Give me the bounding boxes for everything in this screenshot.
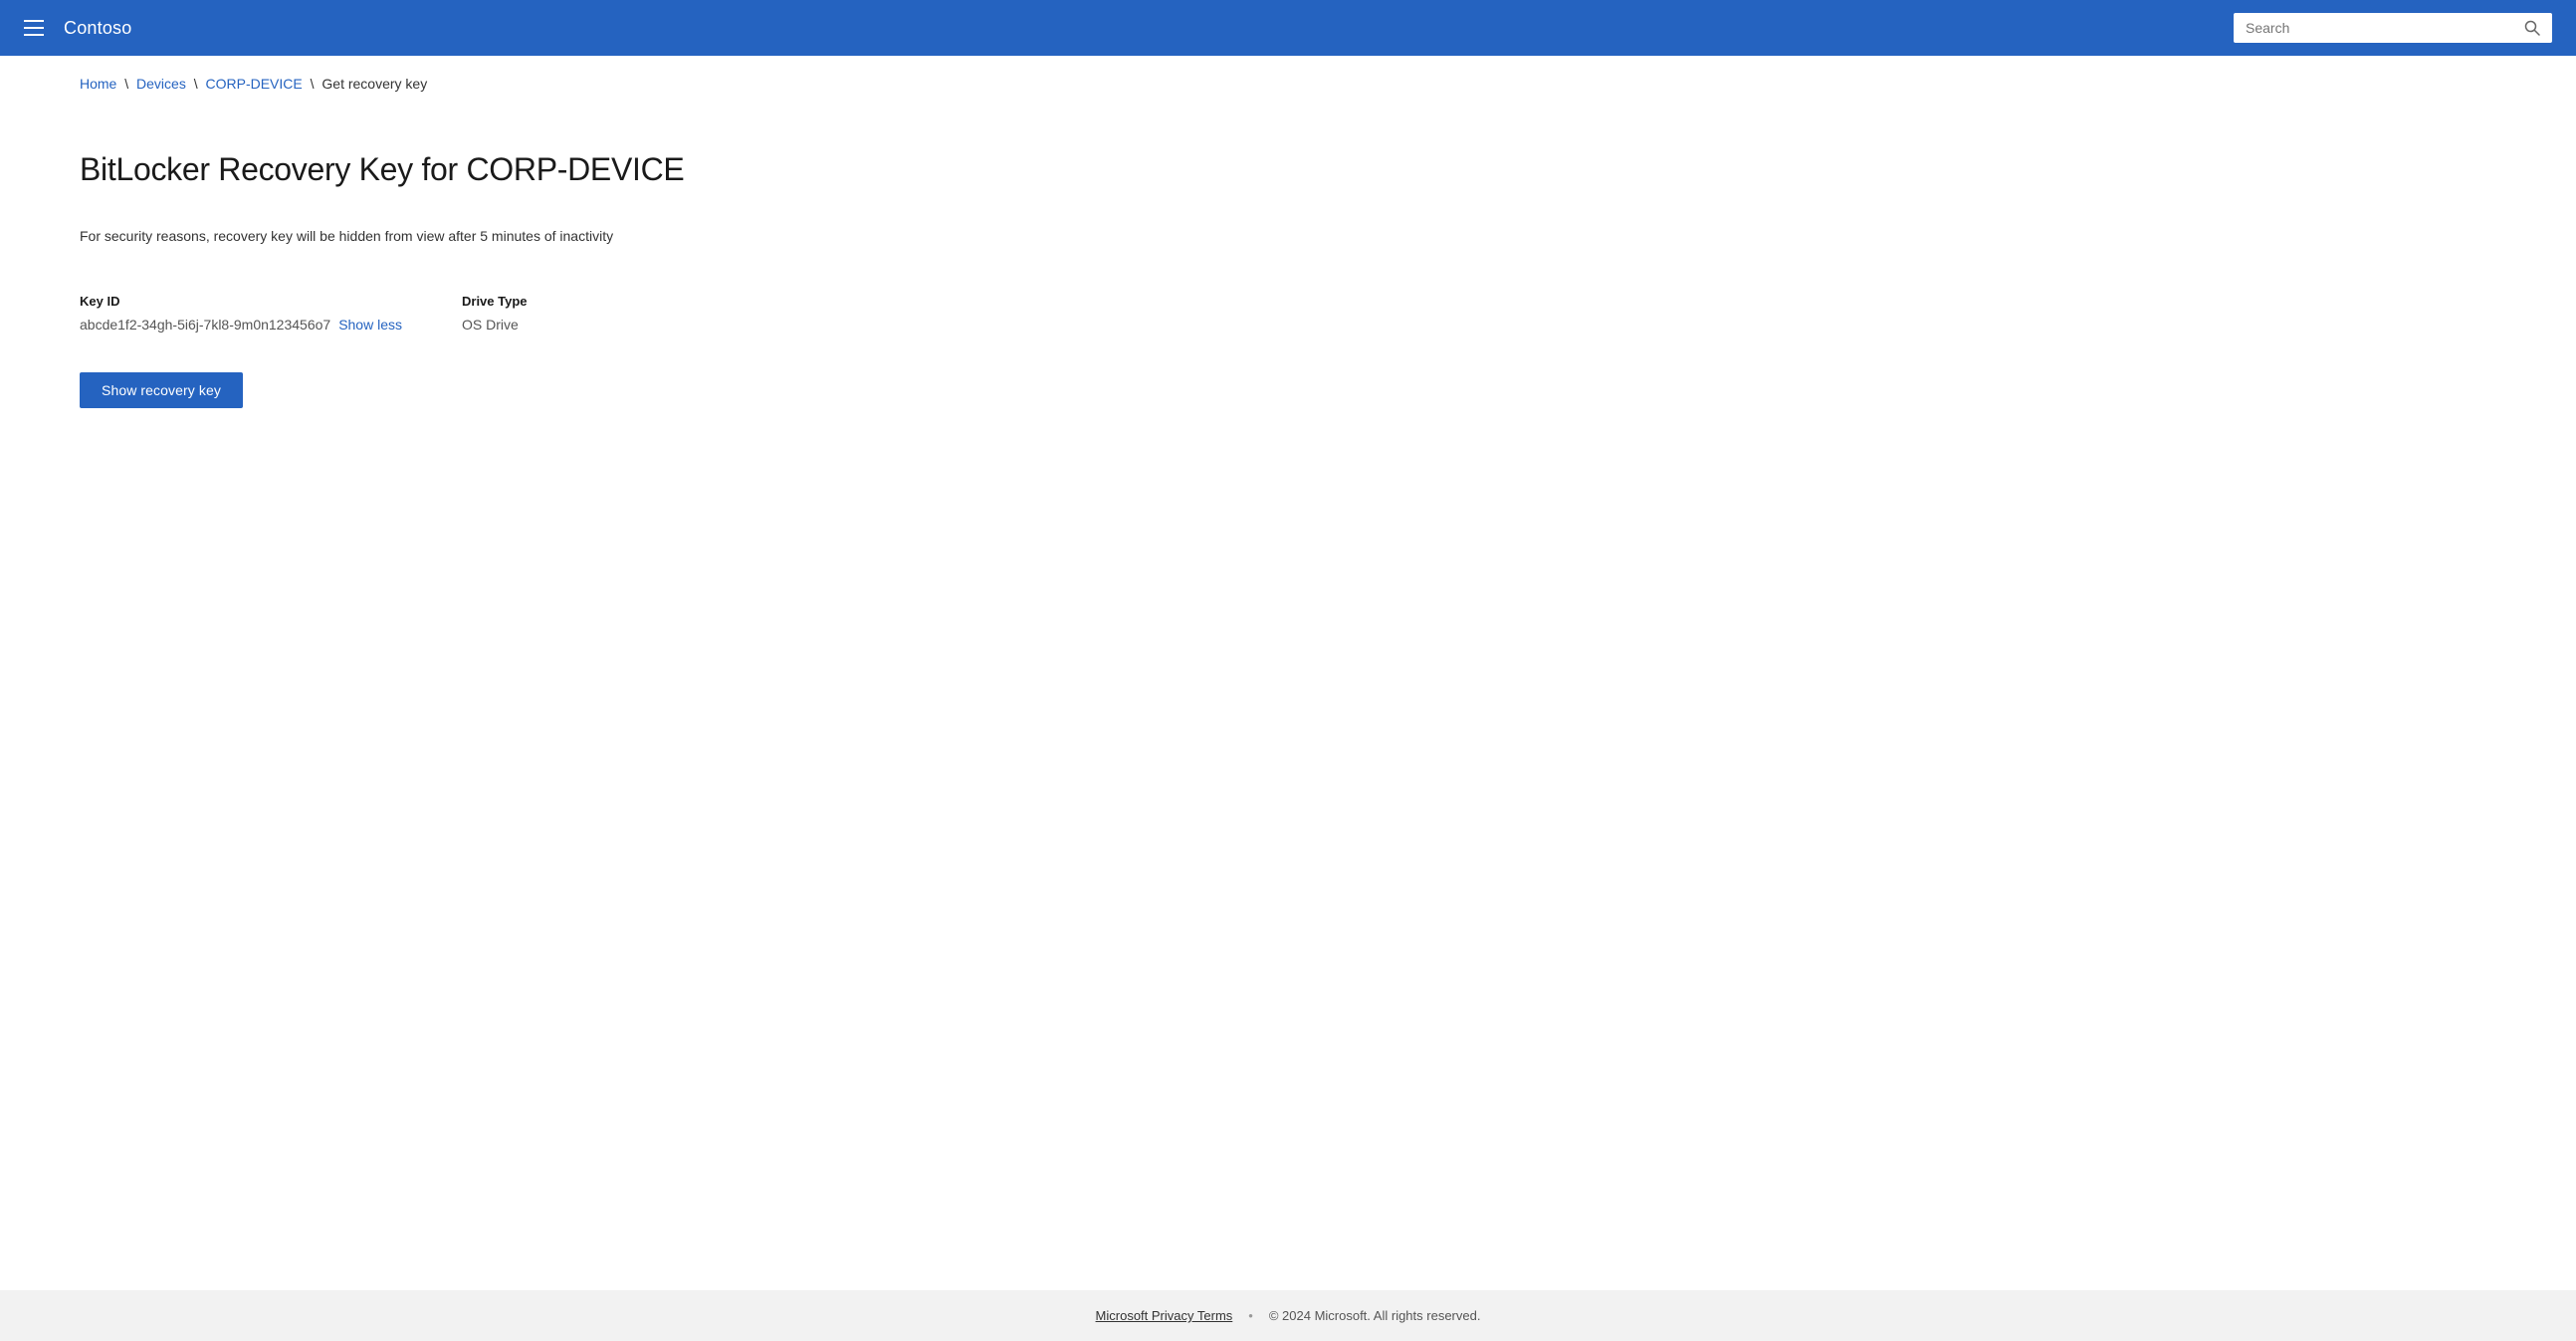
breadcrumb-home[interactable]: Home — [80, 76, 116, 92]
main-content: BitLocker Recovery Key for CORP-DEVICE F… — [0, 92, 2576, 1290]
header: Contoso — [0, 0, 2576, 56]
breadcrumb-sep-1: \ — [124, 76, 128, 92]
search-button[interactable] — [2512, 13, 2552, 43]
drive-type-label: Drive Type — [462, 294, 661, 309]
security-notice: For security reasons, recovery key will … — [80, 228, 2496, 244]
header-left: Contoso — [24, 18, 131, 39]
search-icon — [2524, 20, 2540, 36]
show-less-link[interactable]: Show less — [338, 317, 402, 333]
privacy-terms-link[interactable]: Microsoft Privacy Terms — [1096, 1308, 1233, 1323]
breadcrumb-current: Get recovery key — [322, 76, 427, 92]
app-title: Contoso — [64, 18, 131, 39]
drive-type-section: Drive Type OS Drive — [462, 294, 661, 333]
breadcrumb: Home \ Devices \ CORP-DEVICE \ Get recov… — [0, 56, 2576, 92]
page-title: BitLocker Recovery Key for CORP-DEVICE — [80, 151, 2496, 188]
breadcrumb-device[interactable]: CORP-DEVICE — [206, 76, 303, 92]
key-details: Key ID abcde1f2-34gh-5i6j-7kl8-9m0n12345… — [80, 294, 2496, 333]
breadcrumb-sep-2: \ — [194, 76, 198, 92]
search-container — [2234, 13, 2552, 43]
breadcrumb-devices[interactable]: Devices — [136, 76, 186, 92]
key-id-value-container: abcde1f2-34gh-5i6j-7kl8-9m0n123456o7 Sho… — [80, 317, 402, 333]
footer-copyright: © 2024 Microsoft. All rights reserved. — [1269, 1308, 1481, 1323]
footer: Microsoft Privacy Terms • © 2024 Microso… — [0, 1290, 2576, 1341]
show-recovery-key-button[interactable]: Show recovery key — [80, 372, 243, 408]
key-id-text: abcde1f2-34gh-5i6j-7kl8-9m0n123456o7 — [80, 317, 330, 333]
hamburger-menu-icon[interactable] — [24, 20, 44, 36]
breadcrumb-sep-3: \ — [311, 76, 315, 92]
drive-type-value: OS Drive — [462, 317, 661, 333]
footer-separator: • — [1248, 1308, 1253, 1323]
key-id-section: Key ID abcde1f2-34gh-5i6j-7kl8-9m0n12345… — [80, 294, 402, 333]
search-input[interactable] — [2234, 13, 2512, 43]
key-id-label: Key ID — [80, 294, 402, 309]
